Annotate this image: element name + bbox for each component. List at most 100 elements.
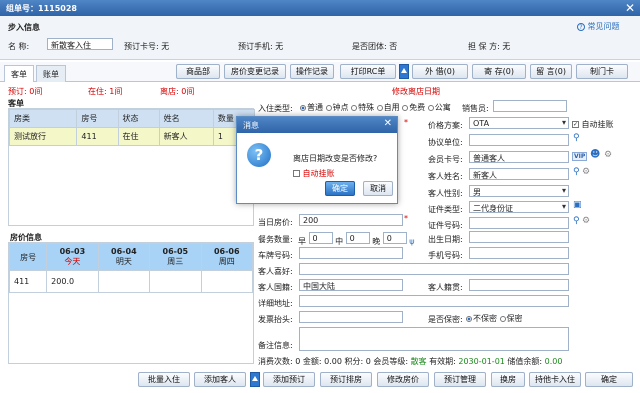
upload-icon[interactable] <box>399 64 409 79</box>
dinner-spinner[interactable]: 0 <box>382 232 407 244</box>
nationality-field[interactable]: 中国大陆 <box>299 279 403 291</box>
entry-info-panel: 步入信息 ? 常见问题 名 称: 新散客入住 预订卡号: 无 预订手机: 无 是… <box>0 16 640 60</box>
invoice-label: 发票抬头: <box>258 315 293 324</box>
guest-name-field[interactable]: 新客人 <box>469 168 569 180</box>
member-card-field[interactable]: 普通客人 <box>469 151 569 163</box>
checkin-type-group[interactable]: 普通 钟点 特殊 自用 免费 公寓 <box>300 102 451 113</box>
radio-secret[interactable] <box>499 315 506 322</box>
make-card-button[interactable]: 制门卡 <box>576 64 628 79</box>
search-icon[interactable]: ⚲ <box>573 133 580 143</box>
close-icon[interactable]: ✕ <box>625 1 635 15</box>
id-no-label: 证件号码: <box>428 221 463 230</box>
footer-expire-label: 有效期: <box>429 357 456 366</box>
id-no-field[interactable] <box>469 217 569 229</box>
dialog-close-icon[interactable]: ✕ <box>384 118 392 129</box>
op-log-button[interactable]: 操作记录 <box>290 64 334 79</box>
dialog-titlebar: 消息 ✕ <box>237 117 397 133</box>
dialog-ok-button[interactable]: 确定 <box>325 181 355 196</box>
footer-balance-label: 储值余额: <box>507 357 543 366</box>
price-col-day3: 06-05 周三 <box>149 243 202 271</box>
dialog-auto-hang[interactable]: 自动挂账 <box>293 168 335 179</box>
vip-icon[interactable]: VIP <box>572 152 588 161</box>
radio-apartment[interactable] <box>427 104 434 111</box>
address-field[interactable] <box>299 295 569 307</box>
day4-label: 周四 <box>218 257 235 266</box>
lunch-label: 中 <box>335 237 344 246</box>
current-price-label: 当日房价: <box>258 218 293 227</box>
guest-settings-icon[interactable]: ⚙ <box>582 167 590 177</box>
hobby-field[interactable] <box>299 263 569 275</box>
prepay-room-button[interactable]: 预订排房 <box>320 372 372 387</box>
radio-special-label: 特殊 <box>358 103 375 112</box>
price-log-button[interactable]: 房价变更记录 <box>224 64 286 79</box>
window-titlebar: 组单号：1115028 ✕ <box>0 0 640 16</box>
add-prepay-button[interactable]: 添加预订 <box>263 372 315 387</box>
upload-icon[interactable] <box>250 372 260 387</box>
card-checkin-button[interactable]: 持他卡入住 <box>529 372 581 387</box>
products-button[interactable]: 商品部 <box>176 64 220 79</box>
radio-normal[interactable] <box>300 104 306 111</box>
search-icon[interactable]: ⚲ <box>573 216 580 226</box>
modify-date-link[interactable]: 修改离店日期 <box>392 86 440 97</box>
plate-field[interactable] <box>299 247 403 259</box>
remark-field[interactable] <box>299 327 569 351</box>
id-settings-icon[interactable]: ⚙ <box>582 216 590 226</box>
id-type-select[interactable]: 二代身份证 <box>469 201 569 213</box>
agreement-field[interactable] <box>469 134 569 146</box>
radio-self-label: 自用 <box>383 103 400 112</box>
print-rc-button[interactable]: 打印RC单 <box>340 64 396 79</box>
outside-call-button[interactable]: 外 借(0) <box>412 64 468 79</box>
breakfast-spinner[interactable]: 0 <box>308 232 333 244</box>
birth-field[interactable] <box>469 231 569 243</box>
radio-special[interactable] <box>351 104 358 111</box>
phone-label: 手机号码: <box>428 251 463 260</box>
help-link[interactable]: ? 常见问题 <box>577 21 620 32</box>
table-row[interactable]: 测试放行 411 在住 新客人 1 <box>8 127 256 146</box>
radio-free[interactable] <box>402 104 409 111</box>
radio-apartment-label: 公寓 <box>434 103 451 112</box>
phone-field[interactable] <box>469 247 569 259</box>
day1-date: 06-03 <box>59 247 86 256</box>
meal-icon[interactable]: ψ <box>409 237 414 246</box>
message-button[interactable]: 留 言(0) <box>530 64 572 79</box>
id-card-icon[interactable]: ▣ <box>573 200 582 210</box>
auto-hang-checkbox[interactable]: ✓ 自动挂账 <box>572 119 614 130</box>
radio-hourly[interactable] <box>325 104 332 111</box>
address-label: 详细地址: <box>258 299 293 308</box>
radio-not-secret[interactable] <box>466 315 472 322</box>
guest-table-header: 房类 房号 状态 姓名 数量 <box>8 109 256 128</box>
day4-date: 06-06 <box>213 247 240 256</box>
col-name: 姓名 <box>158 109 214 128</box>
confirm-button[interactable]: 确定 <box>585 372 633 387</box>
salesman-field[interactable] <box>493 100 567 112</box>
search-icon[interactable]: ⚲ <box>573 167 580 177</box>
invoice-field[interactable] <box>299 311 403 323</box>
name-field[interactable]: 新散客入住 <box>47 38 113 50</box>
radio-free-label: 免费 <box>409 103 426 112</box>
dialog-auto-hang-checkbox[interactable] <box>293 170 300 177</box>
member-settings-icon[interactable]: ⚙ <box>604 150 612 160</box>
prepay-manage-button[interactable]: 预订管理 <box>434 372 486 387</box>
lunch-spinner[interactable]: 0 <box>345 232 370 244</box>
member-footer: 消费次数: 0 金额: 0.00 积分: 0 会员等级: 散客 有效期: 203… <box>258 356 562 367</box>
batch-checkin-button[interactable]: 批量入住 <box>138 372 190 387</box>
origin-field[interactable] <box>469 279 569 291</box>
add-guest-button[interactable]: 添加客人 <box>194 372 246 387</box>
prepay-card: 预订卡号: 无 <box>124 42 170 51</box>
gender-select[interactable]: 男 <box>469 185 569 197</box>
modify-price-button[interactable]: 修改房价 <box>377 372 429 387</box>
agreement-label: 协议单位: <box>428 138 463 147</box>
change-room-button[interactable]: 换房 <box>491 372 525 387</box>
member-icon[interactable]: ☻ <box>590 149 600 160</box>
current-price-field[interactable]: 200 <box>299 214 403 226</box>
tab-guest[interactable]: 客单 <box>4 65 34 82</box>
price-plan-select[interactable]: OTA <box>469 117 569 129</box>
tab-bill[interactable]: 账单 <box>36 65 66 82</box>
radio-self[interactable] <box>376 104 383 111</box>
day1-label: 今天 <box>64 257 81 266</box>
deposit-button[interactable]: 寄 存(0) <box>472 64 526 79</box>
table-row[interactable]: 411 200.0 <box>8 270 254 293</box>
secret-group[interactable]: 不保密 保密 <box>466 313 523 324</box>
radio-secret-label: 保密 <box>506 314 523 323</box>
dialog-cancel-button[interactable]: 取消 <box>363 181 393 196</box>
